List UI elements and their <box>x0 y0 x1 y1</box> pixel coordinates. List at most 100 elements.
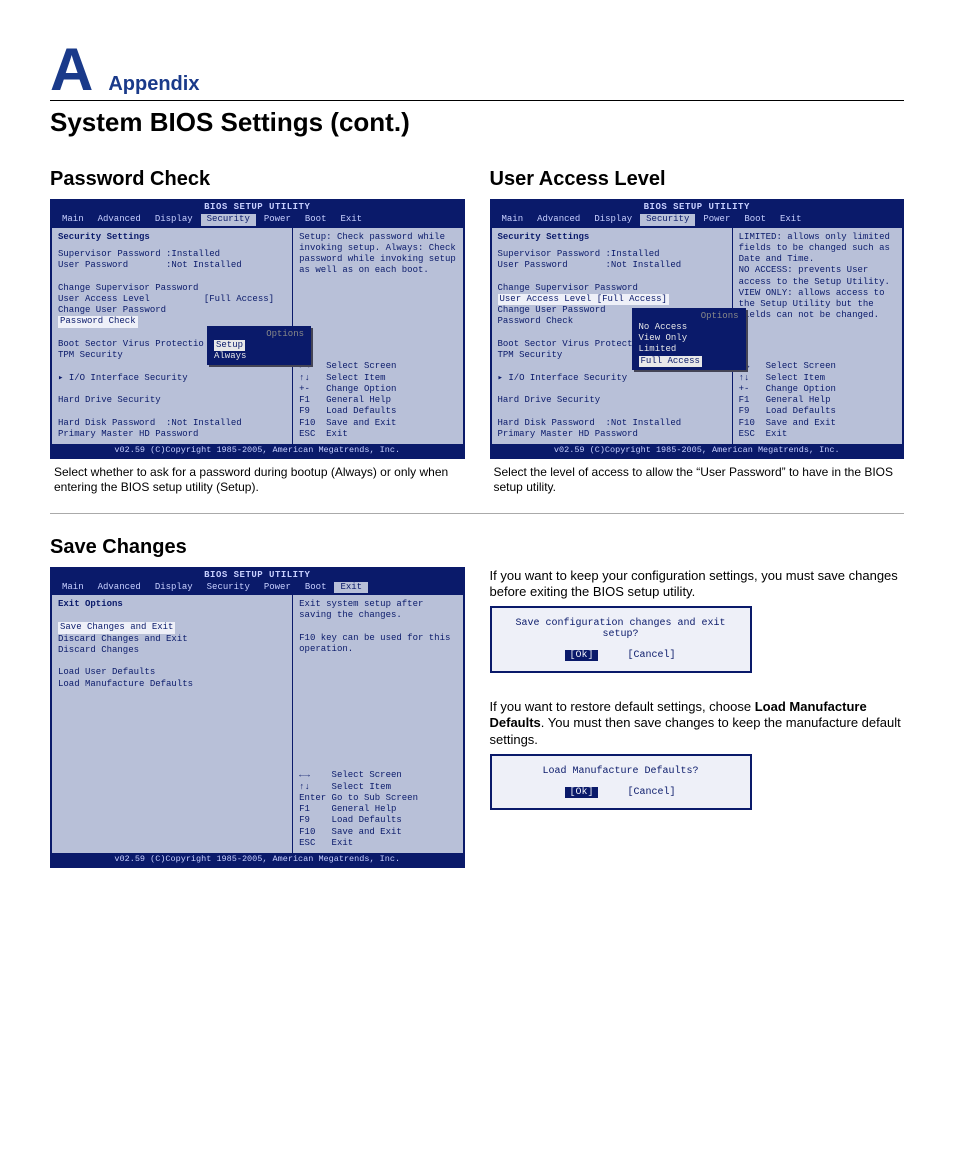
bios-section-heading: Security Settings <box>498 232 726 243</box>
bios-key-hint: F9 Load Defaults <box>299 815 456 826</box>
heading-password-check: Password Check <box>50 168 465 191</box>
bios-key-hint: F1 General Help <box>299 395 456 406</box>
bios-line: Discard Changes <box>58 645 286 656</box>
bios-menu: MainAdvancedDisplaySecurityPowerBootExit <box>492 214 903 227</box>
popup-title: Options <box>639 311 739 322</box>
heading-save-changes: Save Changes <box>50 536 465 559</box>
bios-line <box>58 406 286 417</box>
bios-key-hint: F1 General Help <box>299 804 456 815</box>
bios-line: Discard Changes and Exit <box>58 634 286 645</box>
bios-help-text: LIMITED: allows only limited fields to b… <box>739 232 896 322</box>
dialog-message: Save configuration changes and exit setu… <box>506 618 736 640</box>
bios-menu-item: Display <box>149 582 199 593</box>
bios-screenshot-save-changes: BIOS SETUP UTILITY MainAdvancedDisplaySe… <box>50 567 465 868</box>
bios-title: BIOS SETUP UTILITY <box>492 201 903 214</box>
bios-selected-item: User Access Level [Full Access] <box>498 294 669 305</box>
bios-line <box>58 656 286 667</box>
bios-help-text: Exit system setup after saving the chang… <box>299 599 456 655</box>
bios-section-heading: Exit Options <box>58 599 286 610</box>
bios-key-hint: Enter Go to Sub Screen <box>299 793 456 804</box>
bios-footer: v02.59 (C)Copyright 1985-2005, American … <box>492 444 903 457</box>
para2-post: . You must then save changes to keep the… <box>490 715 901 746</box>
heading-user-access: User Access Level <box>490 168 905 191</box>
appendix-header: A Appendix <box>50 40 904 101</box>
popup-option: Full Access <box>639 356 739 367</box>
bios-help-text: Setup: Check password while invoking set… <box>299 232 456 277</box>
bios-menu-item: Exit <box>774 214 808 225</box>
bios-menu-item: Main <box>56 214 90 225</box>
bios-line <box>498 271 726 282</box>
bios-key-hint: F10 Save and Exit <box>739 418 896 429</box>
bios-menu-item: Advanced <box>531 214 586 225</box>
bios-keys: ←→ Select Screen↑↓ Select Item+- Change … <box>299 361 456 440</box>
bios-menu-item: Display <box>149 214 199 225</box>
dialog-ok-button[interactable]: [Ok] <box>565 787 597 798</box>
caption-user-access: Select the level of access to allow the … <box>494 465 901 495</box>
bios-line: Hard Disk Password :Not Installed <box>58 418 286 429</box>
bios-menu-item: Security <box>201 582 256 593</box>
bios-line: ▸ I/O Interface Security <box>58 373 286 384</box>
appendix-letter: A <box>50 40 93 100</box>
bios-menu-item: Display <box>588 214 638 225</box>
bios-line: Change Supervisor Password <box>58 283 286 294</box>
bios-keys: ←→ Select Screen↑↓ Select ItemEnter Go t… <box>299 770 456 849</box>
page-title: System BIOS Settings (cont.) <box>50 107 904 138</box>
bios-menu-item: Exit <box>334 582 368 593</box>
bios-line: Primary Master HD Password <box>58 429 286 440</box>
bios-line: Supervisor Password :Installed <box>498 249 726 260</box>
save-changes-para1: If you want to keep your configuration s… <box>490 568 905 601</box>
dialog-cancel-button[interactable]: [Cancel] <box>628 787 676 798</box>
save-changes-para2: If you want to restore default settings,… <box>490 699 905 748</box>
dialog-ok-button[interactable]: [Ok] <box>565 650 597 661</box>
bios-selected-item: Password Check <box>58 316 138 327</box>
bios-menu-item: Security <box>640 214 695 225</box>
bios-key-hint: ESC Exit <box>299 429 456 440</box>
bios-key-hint: ESC Exit <box>299 838 456 849</box>
bios-section-heading: Security Settings <box>58 232 286 243</box>
popup-title: Options <box>214 329 304 340</box>
bios-title: BIOS SETUP UTILITY <box>52 201 463 214</box>
bios-line: ▸ I/O Interface Security <box>498 373 726 384</box>
bios-options-popup: Options No AccessView OnlyLimitedFull Ac… <box>632 308 746 370</box>
bios-key-hint: F9 Load Defaults <box>739 406 896 417</box>
bios-line: Change Supervisor Password <box>498 283 726 294</box>
bios-key-hint: ←→ Select Screen <box>299 770 456 781</box>
bios-key-hint: ←→ Select Screen <box>739 361 896 372</box>
bios-title: BIOS SETUP UTILITY <box>52 569 463 582</box>
bios-line: Hard Disk Password :Not Installed <box>498 418 726 429</box>
dialog-cancel-button[interactable]: [Cancel] <box>628 650 676 661</box>
bios-key-hint: F10 Save and Exit <box>299 827 456 838</box>
bios-line <box>498 384 726 395</box>
bios-menu-item: Boot <box>738 214 772 225</box>
popup-option: Always <box>214 351 304 362</box>
bios-menu-item: Power <box>697 214 736 225</box>
bios-menu: MainAdvancedDisplaySecurityPowerBootExit <box>52 214 463 227</box>
popup-option: View Only <box>639 333 739 344</box>
popup-option: Limited <box>639 344 739 355</box>
bios-key-hint: ↑↓ Select Item <box>739 373 896 384</box>
bios-key-hint: F9 Load Defaults <box>299 406 456 417</box>
bios-menu-item: Boot <box>299 214 333 225</box>
bios-line: User Access Level [Full Access] <box>58 294 286 305</box>
bios-key-hint: ↑↓ Select Item <box>299 782 456 793</box>
bios-selected-item: Save Changes and Exit <box>58 622 175 633</box>
dialog-load-defaults: Load Manufacture Defaults? [Ok] [Cancel] <box>490 754 752 810</box>
bios-line: Load User Defaults <box>58 667 286 678</box>
bios-line: Change User Password <box>58 305 286 316</box>
dialog-message: Load Manufacture Defaults? <box>506 766 736 777</box>
bios-line: Load Manufacture Defaults <box>58 679 286 690</box>
bios-footer: v02.59 (C)Copyright 1985-2005, American … <box>52 444 463 457</box>
bios-key-hint: ↑↓ Select Item <box>299 373 456 384</box>
bios-line: Hard Drive Security <box>58 395 286 406</box>
bios-menu-item: Main <box>496 214 530 225</box>
bios-screenshot-user-access: BIOS SETUP UTILITY MainAdvancedDisplaySe… <box>490 199 905 459</box>
bios-line: Supervisor Password :Installed <box>58 249 286 260</box>
caption-password-check: Select whether to ask for a password dur… <box>54 465 461 495</box>
bios-line: Primary Master HD Password <box>498 429 726 440</box>
bios-menu-item: Exit <box>334 214 368 225</box>
bios-menu-item: Advanced <box>92 214 147 225</box>
divider <box>50 513 904 514</box>
bios-menu-item: Security <box>201 214 256 225</box>
para2-pre: If you want to restore default settings,… <box>490 699 755 714</box>
dialog-save-confirm: Save configuration changes and exit setu… <box>490 606 752 673</box>
